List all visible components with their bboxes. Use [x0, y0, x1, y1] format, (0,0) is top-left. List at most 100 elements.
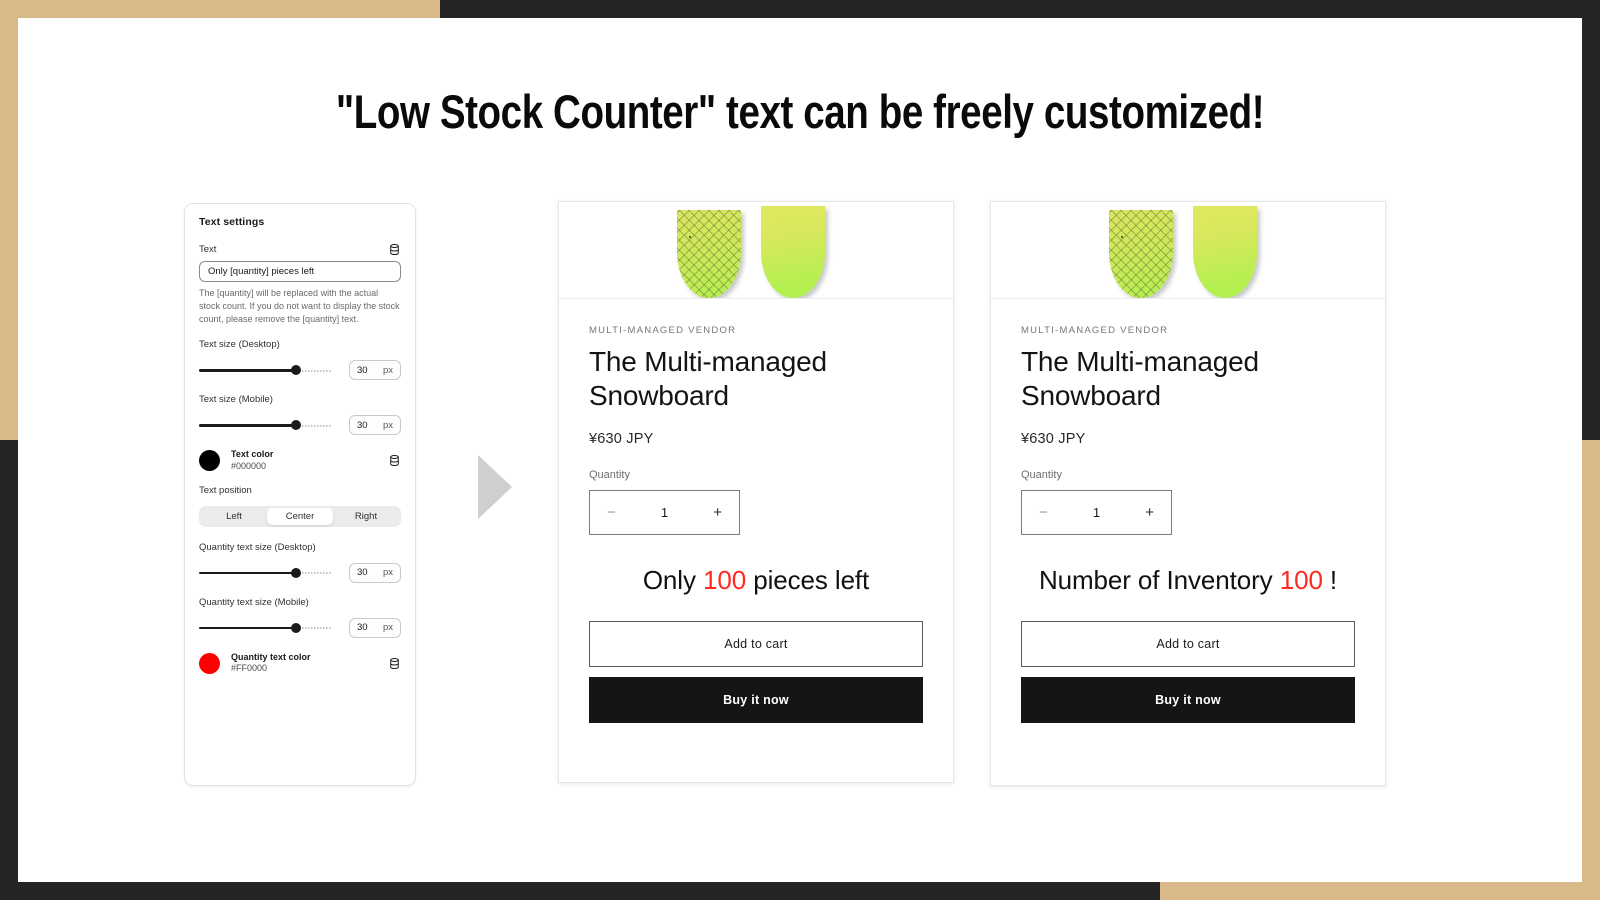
panel-title: Text settings [199, 216, 265, 228]
frame-left-dark [0, 440, 18, 900]
text-field-label: Text [199, 244, 217, 255]
qty-size-mobile-slider[interactable] [199, 622, 332, 634]
text-size-desktop-label: Text size (Desktop) [199, 339, 280, 351]
text-position-segmented-control: Left Center Right [199, 505, 401, 527]
text-settings-panel: Text settings Text Only [quantity] piece… [184, 203, 416, 786]
stock-count: 100 [1279, 565, 1323, 596]
text-size-mobile-label: Text size (Mobile) [199, 394, 273, 406]
text-position-option-left[interactable]: Left [201, 508, 267, 525]
qty-color-texts: Quantity text color #FF0000 [231, 652, 388, 675]
value: 30 [357, 567, 368, 579]
qty-color-swatch[interactable] [199, 652, 220, 674]
text-position-option-center[interactable]: Center [267, 507, 333, 525]
product-preview-card-right: MULTI-MANAGED VENDOR The Multi-managed S… [990, 201, 1386, 786]
text-field-header: Text [199, 243, 401, 256]
frame-bottom-tan [1160, 882, 1600, 900]
text-position-option-right[interactable]: Right [333, 508, 399, 525]
frame-bottom-dark [0, 882, 1160, 900]
quantity-increase-button[interactable]: + [713, 504, 722, 521]
quantity-stepper[interactable]: − 1 + [589, 490, 740, 536]
product-vendor: MULTI-MANAGED VENDOR [1021, 325, 1169, 336]
snowboard-patterned-image [1109, 210, 1173, 298]
slider-knob[interactable] [291, 420, 302, 431]
slider-track-filled [199, 369, 297, 372]
product-price: ¥630 JPY [589, 431, 654, 448]
text-helper: The [quantity] will be replaced with the… [199, 288, 400, 324]
slider-knob[interactable] [291, 622, 302, 633]
text-input[interactable]: Only [quantity] pieces left [199, 261, 401, 282]
database-icon[interactable] [388, 454, 401, 467]
text-color-name: Text color [231, 449, 274, 460]
snowboard-patterned-image [677, 210, 741, 298]
slider-track-filled [199, 424, 297, 427]
slider-track-filled [199, 626, 297, 630]
text-size-mobile-row: 30 px [199, 415, 401, 436]
low-stock-counter: Number of Inventory 100 ! [1021, 565, 1355, 596]
slider-track-rest [296, 627, 332, 630]
quantity-decrease-button[interactable]: − [1039, 504, 1048, 521]
qty-size-desktop-slider[interactable] [199, 567, 332, 579]
product-preview-card-left: MULTI-MANAGED VENDOR The Multi-managed S… [558, 201, 954, 783]
snowboard-plain-image [761, 206, 825, 298]
product-image-left [559, 202, 953, 299]
add-to-cart-button[interactable]: Add to cart [1021, 621, 1355, 668]
quantity-value[interactable]: 1 [1093, 505, 1100, 520]
slider-track-rest [296, 369, 332, 372]
qty-color-hex: #FF0000 [231, 663, 268, 674]
quantity-stepper[interactable]: − 1 + [1021, 490, 1172, 536]
unit: px [382, 567, 393, 579]
quantity-label: Quantity [1021, 469, 1062, 482]
quantity-value[interactable]: 1 [661, 505, 668, 520]
product-price: ¥630 JPY [1021, 431, 1086, 448]
qty-size-desktop-label: Quantity text size (Desktop) [199, 541, 316, 553]
slider-knob[interactable] [291, 567, 302, 578]
buy-it-now-button[interactable]: Buy it now [1021, 677, 1355, 724]
frame-right-dark [1582, 0, 1600, 440]
qty-size-mobile-input[interactable]: 30 px [349, 617, 401, 638]
database-icon[interactable] [388, 657, 401, 670]
text-size-desktop-input[interactable]: 30 px [349, 360, 401, 381]
text-color-row: Text color #000000 [199, 449, 401, 472]
text-color-hex: #000000 [231, 460, 267, 471]
text-position-label: Text position [199, 484, 252, 496]
stock-count: 100 [703, 565, 747, 596]
text-size-desktop-slider[interactable] [199, 364, 332, 376]
text-size-mobile-input[interactable]: 30 px [349, 415, 401, 436]
snowboard-plain-image [1193, 206, 1257, 298]
frame-left-tan [0, 0, 18, 440]
buy-it-now-button[interactable]: Buy it now [589, 677, 923, 724]
add-to-cart-button[interactable]: Add to cart [589, 621, 923, 668]
stock-suffix: pieces left [746, 565, 870, 596]
qty-color-row: Quantity text color #FF0000 [199, 652, 401, 675]
stock-suffix: ! [1322, 565, 1338, 596]
low-stock-counter: Only 100 pieces left [589, 565, 923, 596]
product-title: The Multi-managed Snowboard [1021, 346, 1259, 411]
stock-prefix: Number of Inventory [1038, 565, 1280, 596]
value: 30 [357, 622, 368, 634]
qty-size-desktop-input[interactable]: 30 px [349, 562, 401, 583]
qty-size-mobile-row: 30 px [199, 617, 401, 638]
qty-color-name: Quantity text color [231, 651, 311, 662]
unit: px [382, 419, 393, 431]
slider-knob[interactable] [291, 365, 302, 376]
quantity-label: Quantity [589, 469, 630, 482]
value: 30 [357, 364, 368, 376]
product-vendor: MULTI-MANAGED VENDOR [589, 325, 737, 336]
text-size-mobile-slider[interactable] [199, 419, 332, 431]
unit: px [382, 364, 393, 376]
product-title: The Multi-managed Snowboard [589, 346, 827, 411]
value: 30 [357, 419, 368, 431]
unit: px [382, 622, 393, 634]
product-info-left: MULTI-MANAGED VENDOR The Multi-managed S… [559, 299, 953, 724]
quantity-increase-button[interactable]: + [1145, 504, 1154, 521]
product-info-right: MULTI-MANAGED VENDOR The Multi-managed S… [991, 299, 1385, 724]
text-color-swatch[interactable] [199, 450, 220, 472]
frame-top-dark [440, 0, 1600, 18]
database-icon[interactable] [388, 243, 401, 256]
text-color-texts: Text color #000000 [231, 449, 388, 472]
quantity-decrease-button[interactable]: − [607, 504, 616, 521]
slider-track-rest [296, 572, 332, 575]
frame-top-tan [0, 0, 440, 18]
qty-size-mobile-label: Quantity text size (Mobile) [199, 596, 309, 608]
slider-track-filled [199, 571, 297, 575]
